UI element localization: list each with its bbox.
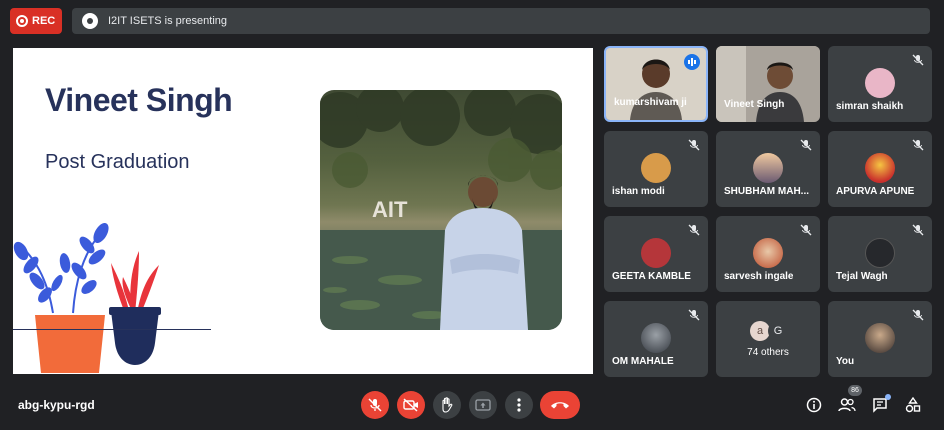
presenting-text: I2IT ISETS is presenting — [108, 15, 228, 27]
meeting-code: abg-kypu-rgd — [18, 398, 95, 412]
participant-name: Tejal Wagh — [836, 271, 888, 282]
participant-tile[interactable]: kumarshivam ji — [604, 46, 708, 122]
info-icon — [806, 397, 822, 413]
mic-off-icon — [912, 309, 924, 321]
participant-name: simran shaikh — [836, 101, 904, 112]
participant-tile[interactable]: simran shaikh — [828, 46, 932, 122]
rec-label: REC — [32, 15, 56, 27]
photo-sign-text: AIT — [372, 197, 408, 222]
others-count: 74 others — [747, 347, 789, 358]
hand-icon — [442, 397, 453, 413]
mic-off-icon — [688, 139, 700, 151]
participant-avatar — [865, 68, 895, 98]
chat-unread-dot — [885, 394, 891, 400]
participant-avatar — [753, 153, 783, 183]
participant-name: You — [836, 356, 855, 367]
raise-hand-button[interactable] — [433, 391, 461, 419]
leave-call-button[interactable] — [540, 391, 580, 419]
presentation-icon — [82, 13, 98, 29]
presenting-banner: I2IT ISETS is presenting — [72, 8, 930, 34]
people-icon — [838, 398, 856, 412]
activities-button[interactable] — [903, 395, 923, 415]
record-icon — [16, 15, 28, 27]
participant-name: SHUBHAM MAH... — [724, 186, 809, 197]
participant-tile[interactable]: OM MAHALE — [604, 301, 708, 377]
participant-avatar — [865, 323, 895, 353]
mic-off-icon — [688, 309, 700, 321]
speaker-photo-illustration: AIT — [320, 90, 562, 330]
participant-avatar — [865, 153, 895, 183]
others-avatar: a — [750, 321, 770, 341]
participant-tile[interactable]: ishan modi — [604, 131, 708, 207]
participant-avatar — [641, 323, 671, 353]
participant-tile[interactable]: SHUBHAM MAH... — [716, 131, 820, 207]
mic-off-icon — [912, 224, 924, 236]
people-count-badge: 86 — [848, 385, 862, 396]
participant-tile[interactable]: sarvesh ingale — [716, 216, 820, 292]
slide-title: Vineet Singh — [45, 82, 233, 118]
participant-name: sarvesh ingale — [724, 271, 794, 282]
activities-icon — [905, 397, 921, 413]
mic-off-icon — [800, 139, 812, 151]
presentation-slide: Vineet Singh Post Graduation AIT — [13, 48, 593, 374]
participant-avatar — [641, 238, 671, 268]
mic-off-icon — [368, 398, 382, 412]
participant-avatar — [753, 238, 783, 268]
recording-indicator[interactable]: REC — [10, 8, 62, 34]
speaker-photo: AIT — [320, 90, 562, 330]
participant-tile[interactable]: GEETA KAMBLE — [604, 216, 708, 292]
speaking-indicator-icon — [684, 54, 700, 70]
meeting-details-button[interactable] — [804, 395, 824, 415]
slide-subtitle: Post Graduation — [45, 151, 190, 173]
participant-name: kumarshivam ji — [614, 97, 687, 108]
mic-off-icon — [800, 224, 812, 236]
participant-avatar — [865, 238, 895, 268]
participant-name: GEETA KAMBLE — [612, 271, 691, 282]
participant-name: APURVA APUNE — [836, 186, 915, 197]
participant-tile[interactable]: Vineet Singh — [716, 46, 820, 122]
present-screen-button[interactable] — [469, 391, 497, 419]
mic-toggle-button[interactable] — [361, 391, 389, 419]
camera-off-icon — [403, 398, 418, 412]
self-tile[interactable]: You — [828, 301, 932, 377]
more-options-button[interactable] — [505, 391, 533, 419]
participant-name: ishan modi — [612, 186, 665, 197]
more-vert-icon — [517, 398, 521, 412]
participant-video — [716, 46, 820, 122]
participant-tile[interactable]: Tejal Wagh — [828, 216, 932, 292]
hang-up-icon — [551, 402, 569, 409]
slide-divider-line — [13, 329, 211, 330]
participant-name: Vineet Singh — [724, 99, 785, 110]
participant-name: OM MAHALE — [612, 356, 674, 367]
mic-off-icon — [912, 139, 924, 151]
plant-illustration — [13, 223, 161, 373]
participant-avatar — [641, 153, 671, 183]
mic-off-icon — [912, 54, 924, 66]
people-button[interactable] — [837, 395, 857, 415]
camera-toggle-button[interactable] — [397, 391, 425, 419]
others-tile[interactable]: a G 74 others — [716, 301, 820, 377]
present-icon — [475, 399, 491, 411]
others-avatar: G — [768, 321, 788, 341]
participant-tile[interactable]: APURVA APUNE — [828, 131, 932, 207]
mic-off-icon — [688, 224, 700, 236]
